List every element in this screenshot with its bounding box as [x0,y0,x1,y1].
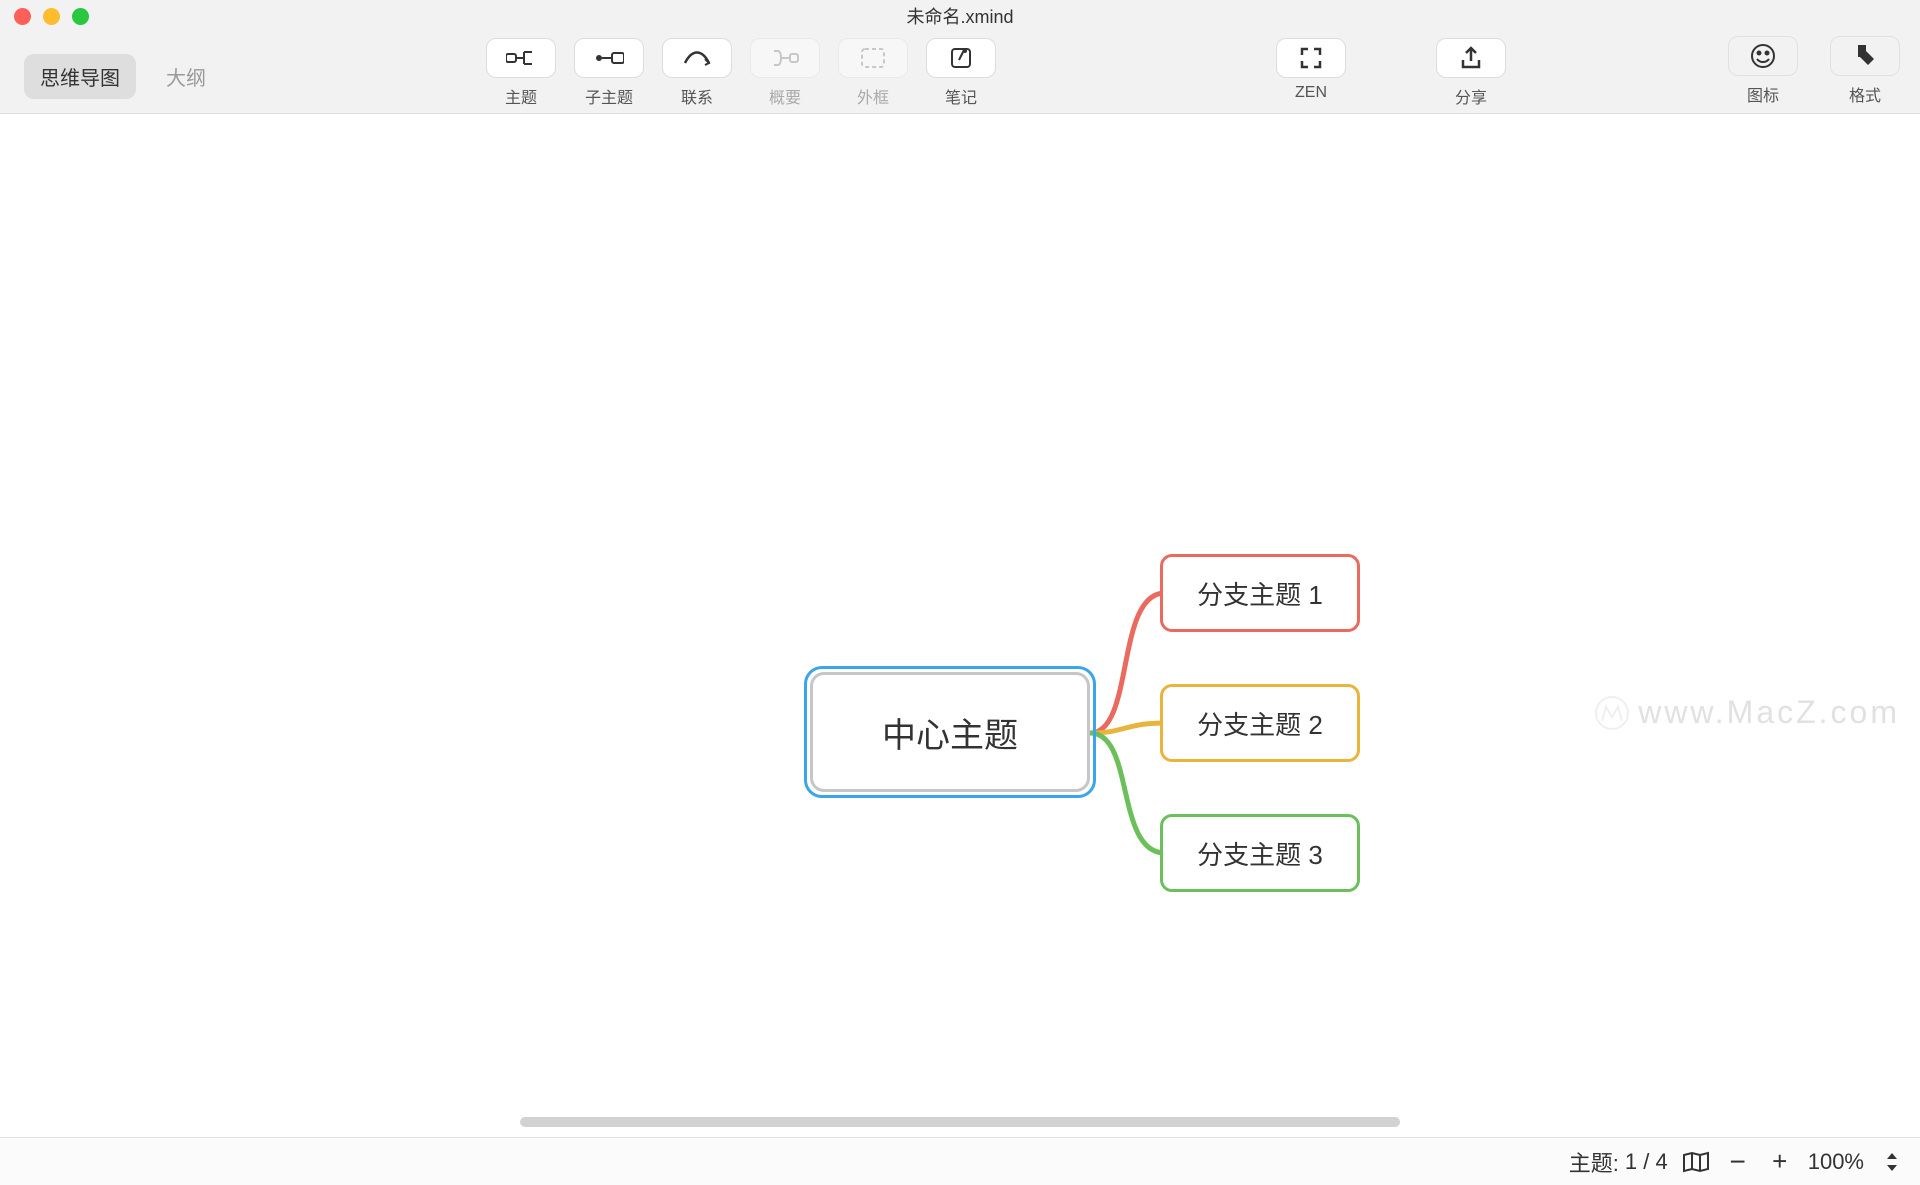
share-icon[interactable] [1436,38,1506,78]
tool-topic[interactable]: 主题 [486,38,556,108]
canvas[interactable]: www.MacZ.com 中心主题 分支主题 1 分支主题 2 分支主题 3 [0,114,1920,1137]
maximize-icon[interactable] [72,8,89,25]
emoji-icon[interactable] [1728,36,1798,76]
tool-label: 格式 [1849,82,1881,106]
tool-share[interactable]: 分享 [1436,38,1506,108]
scrollbar-thumb[interactable] [520,1117,1400,1127]
zoom-out-button[interactable]: − [1724,1148,1752,1176]
topic-count-label: 主题: [1569,1146,1619,1178]
tool-emoji[interactable]: 图标 [1728,36,1798,106]
watermark: www.MacZ.com [1594,694,1900,731]
tool-label: ZEN [1295,84,1327,102]
zoom-level[interactable]: 100% [1808,1149,1864,1175]
subtopic-icon[interactable] [574,38,644,78]
zen-icon[interactable] [1276,38,1346,78]
zoom-stepper-icon[interactable] [1878,1148,1906,1176]
titlebar: 未命名.xmind [0,0,1920,32]
note-icon[interactable] [926,38,996,78]
topic-icon[interactable] [486,38,556,78]
toolbar: 思维导图 大纲 主题 子主题 联系 概要 [0,32,1920,114]
central-topic[interactable]: 中心主题 [810,672,1090,792]
close-icon[interactable] [14,8,31,25]
boundary-icon [838,38,908,78]
tool-format[interactable]: 格式 [1830,36,1900,106]
branch-topic-2[interactable]: 分支主题 2 [1160,684,1360,762]
tool-label: 联系 [681,84,713,108]
tool-label: 笔记 [945,84,977,108]
view-mode-tabs: 思维导图 大纲 [24,54,222,99]
map-overview-button[interactable] [1682,1148,1710,1176]
tool-summary: 概要 [750,38,820,108]
tab-mindmap[interactable]: 思维导图 [24,54,136,99]
format-icon[interactable] [1830,36,1900,76]
minimize-icon[interactable] [43,8,60,25]
tool-boundary: 外框 [838,38,908,108]
toolbar-far-right: 图标 格式 [1728,36,1900,106]
toolbar-right: ZEN 分享 [1276,38,1506,108]
window-controls [14,8,89,25]
branch-topic-3[interactable]: 分支主题 3 [1160,814,1360,892]
zoom-in-button[interactable]: + [1766,1148,1794,1176]
tool-relationship[interactable]: 联系 [662,38,732,108]
toolbar-center: 主题 子主题 联系 概要 外框 [486,38,996,108]
relationship-icon[interactable] [662,38,732,78]
tool-zen[interactable]: ZEN [1276,38,1346,108]
tool-note[interactable]: 笔记 [926,38,996,108]
branch-topic-1[interactable]: 分支主题 1 [1160,554,1360,632]
tool-label: 子主题 [585,84,633,108]
window-title: 未命名.xmind [906,3,1013,29]
tool-label: 图标 [1747,82,1779,106]
statusbar: 主题: 1 / 4 − + 100% [0,1137,1920,1185]
tool-label: 外框 [857,84,889,108]
tool-label: 概要 [769,84,801,108]
tool-label: 主题 [505,84,537,108]
tool-label: 分享 [1455,84,1487,108]
tab-outline[interactable]: 大纲 [150,54,222,99]
horizontal-scrollbar[interactable] [0,1117,1920,1133]
tool-subtopic[interactable]: 子主题 [574,38,644,108]
watermark-text: www.MacZ.com [1638,694,1900,731]
summary-icon [750,38,820,78]
topic-count-value: 1 / 4 [1625,1149,1668,1175]
